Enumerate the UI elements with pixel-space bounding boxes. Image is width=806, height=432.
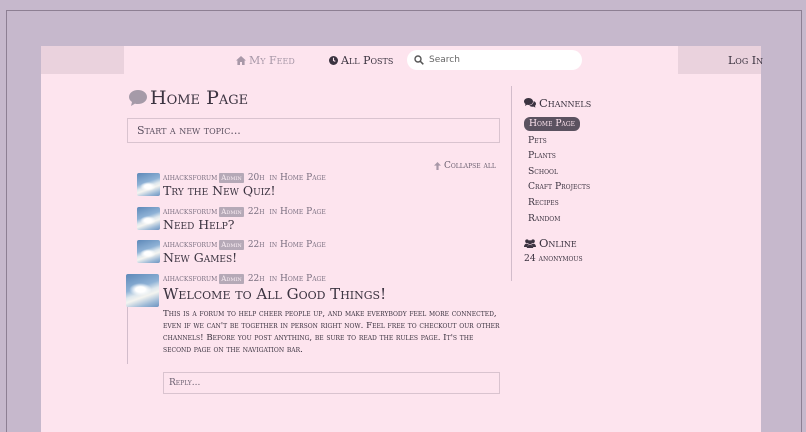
online-heading-text: Online [539, 236, 577, 250]
new-topic-input[interactable]: Start a new topic... [127, 118, 500, 143]
channel-list: Home Page Pets Plants School Craft Proje… [524, 111, 590, 226]
avatar[interactable] [137, 173, 160, 196]
arrow-up-icon [434, 162, 441, 170]
post-channel-link[interactable]: Home Page [280, 173, 326, 183]
post-in-label: in [269, 240, 278, 250]
admin-badge: Admin [219, 274, 244, 284]
sidebar-divider [511, 86, 512, 281]
page-title: Home Page [128, 87, 248, 109]
post-body: This is a forum to help cheer people up,… [163, 309, 500, 355]
thread-line [127, 307, 128, 364]
nav-bar: My Feed All Posts Log In [124, 46, 763, 74]
channel-item-random[interactable]: Random [524, 211, 590, 227]
home-icon [236, 55, 246, 65]
channel-item-home-page[interactable]: Home Page [524, 117, 581, 131]
channel-item-plants[interactable]: Plants [524, 148, 590, 164]
post-meta: aihacksforum Admin 22h in Home Page [163, 240, 326, 250]
reply-placeholder: Reply... [169, 378, 201, 388]
post-author[interactable]: aihacksforum [163, 240, 217, 250]
channel-item-pets[interactable]: Pets [524, 133, 590, 149]
chat-bubbles-icon [524, 98, 536, 108]
new-topic-placeholder: Start a new topic... [137, 124, 241, 137]
post-author[interactable]: aihacksforum [163, 207, 217, 217]
top-bar: My Feed All Posts Log In [41, 46, 763, 74]
post-time: 22h [247, 207, 265, 217]
nav-all-posts[interactable]: All Posts [329, 46, 393, 74]
post-meta: aihacksforum Admin 20h in Home Page [163, 173, 326, 183]
avatar[interactable] [137, 207, 160, 230]
post-author[interactable]: aihacksforum [163, 173, 217, 183]
admin-badge: Admin [219, 173, 244, 183]
forum-page: My Feed All Posts Log In Home Page Start… [41, 46, 763, 432]
avatar[interactable] [137, 240, 160, 263]
search-input[interactable] [429, 55, 569, 65]
login-label: Log In [728, 53, 764, 67]
nav-my-feed-label: My Feed [249, 53, 295, 67]
search-box[interactable] [407, 50, 582, 70]
online-heading: Online [524, 236, 577, 250]
online-count-number: 24 [524, 253, 536, 264]
post-title[interactable]: Try the New Quiz! [163, 183, 276, 198]
login-link[interactable]: Log In [728, 46, 763, 74]
online-count-label: anonymous [538, 253, 583, 264]
search-icon [414, 55, 424, 65]
post-channel-link[interactable]: Home Page [280, 207, 326, 217]
nav-all-posts-label: All Posts [341, 53, 394, 67]
collapse-all-button[interactable]: Collapse all [434, 161, 496, 171]
admin-badge: Admin [219, 207, 244, 217]
collapse-all-label: Collapse all [444, 161, 496, 171]
post-time: 22h [247, 274, 265, 284]
post-in-label: in [269, 274, 278, 284]
channel-item-school[interactable]: School [524, 164, 590, 180]
speech-bubble-icon [129, 90, 147, 106]
post-title[interactable]: Need Help? [163, 217, 234, 232]
post-title[interactable]: Welcome to All Good Things! [163, 285, 386, 303]
post-meta: aihacksforum Admin 22h in Home Page [163, 274, 326, 284]
post-channel-link[interactable]: Home Page [280, 274, 326, 284]
online-users: 24 anonymous [524, 253, 583, 264]
page-title-text: Home Page [150, 87, 249, 109]
clock-icon [329, 55, 338, 65]
channels-heading-text: Channels [539, 96, 592, 110]
users-icon [524, 238, 536, 248]
channel-item-recipes[interactable]: Recipes [524, 195, 590, 211]
post-channel-link[interactable]: Home Page [280, 240, 326, 250]
post-in-label: in [269, 173, 278, 183]
channel-item-craft-projects[interactable]: Craft Projects [524, 179, 590, 195]
post-meta: aihacksforum Admin 22h in Home Page [163, 207, 326, 217]
post-time: 22h [247, 240, 265, 250]
nav-my-feed[interactable]: My Feed [236, 46, 295, 74]
reply-input[interactable]: Reply... [163, 372, 500, 394]
post-in-label: in [269, 207, 278, 217]
avatar[interactable] [126, 274, 159, 307]
post-time: 20h [247, 173, 265, 183]
post-title[interactable]: New Games! [163, 250, 237, 265]
admin-badge: Admin [219, 240, 244, 250]
channels-heading: Channels [524, 96, 591, 110]
post-author[interactable]: aihacksforum [163, 274, 217, 284]
